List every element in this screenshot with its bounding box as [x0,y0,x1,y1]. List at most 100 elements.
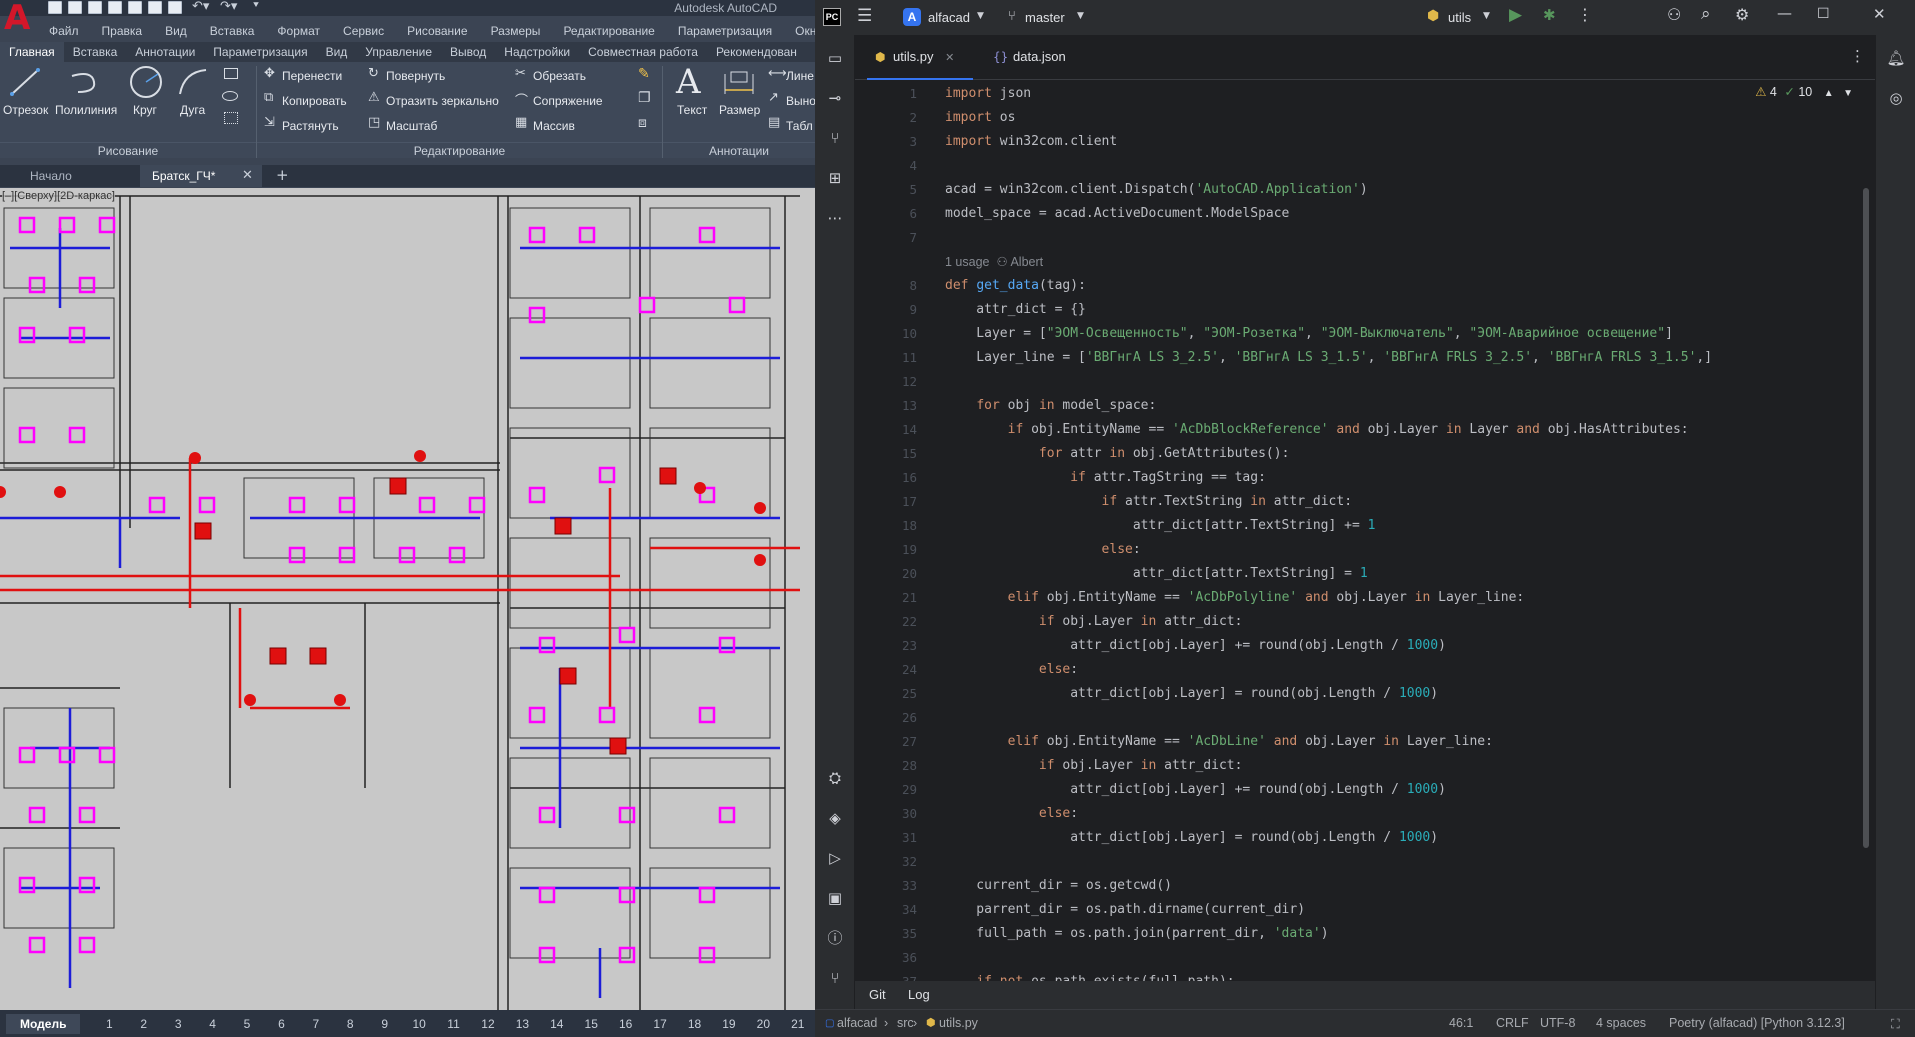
menu-item[interactable]: Файл [36,21,89,41]
python-console-icon[interactable]: ⛭ [825,768,845,788]
linear-dim-button[interactable]: Лине [786,69,814,83]
more-actions-icon[interactable]: ⋮ [1577,5,1593,24]
copy-button[interactable]: Копировать [282,94,347,108]
ellipse-icon[interactable] [222,91,238,101]
save-icon[interactable] [88,1,102,14]
menu-item[interactable]: Сервис [330,21,394,41]
arc-tool-button[interactable]: Дуга [180,103,205,117]
open-file-icon[interactable] [68,1,82,14]
menu-item[interactable]: Вставка [197,21,265,41]
lock-icon[interactable]: ⛶ [1891,1010,1900,1037]
code-line[interactable]: for attr in obj.GetAttributes(): [945,442,1289,466]
ribbon-tab[interactable]: Вывод [441,42,495,62]
close-tab-icon[interactable]: ✕ [242,168,253,183]
menu-item[interactable]: Правка [89,21,153,41]
branch-selector[interactable]: master [1025,0,1065,35]
layout-tab[interactable]: 8 [333,1017,367,1031]
ribbon-tab[interactable]: Надстройки [495,42,579,62]
autocad-logo[interactable]: A [4,0,30,36]
modify-group-label[interactable]: Редактирование [257,142,662,158]
array-button[interactable]: Массив [533,119,575,133]
menu-item[interactable]: Вид [152,21,197,41]
ribbon-tab[interactable]: Управление [356,42,441,62]
ribbon-tab[interactable]: Аннотации [126,42,204,62]
ribbon-tab[interactable]: Рекомендован [707,42,806,62]
layout-tab[interactable]: 15 [574,1017,608,1031]
main-menu-icon[interactable]: ☰ [857,6,872,26]
stretch-button[interactable]: Растянуть [282,119,339,133]
ribbon-tab[interactable]: Параметризация [204,42,316,62]
terminal-icon[interactable]: ▣ [825,888,845,908]
layout-tab[interactable]: 17 [643,1017,677,1031]
layout-tab[interactable]: 11 [436,1017,470,1031]
move-button[interactable]: Перенести [282,69,342,83]
menu-item[interactable]: Параметризация [665,21,782,41]
text-tool-button[interactable]: Текст [677,103,707,117]
trim-button[interactable]: Обрезать [533,69,586,83]
drawing-canvas[interactable]: [–][Сверху][2D-каркас] [0,188,815,1010]
code-line[interactable]: import win32com.client [945,130,1117,154]
code-line[interactable]: else: [945,802,1078,826]
undo-icon[interactable]: ↶▾ [192,0,209,14]
code-line[interactable]: if attr.TextString in attr_dict: [945,490,1352,514]
code-line[interactable]: attr_dict[obj.Layer] = round(obj.Length … [945,682,1438,706]
open-web-icon[interactable] [128,1,142,14]
draw-group-label[interactable]: Рисование [0,142,256,158]
usage-count[interactable]: 1 usage [945,255,989,269]
model-tab[interactable]: Модель [6,1013,81,1034]
code-line[interactable]: if obj.Layer in attr_dict: [945,754,1243,778]
project-view-icon[interactable]: ▭ [825,48,845,68]
ribbon-tab[interactable]: Главная [0,42,64,62]
close-icon[interactable]: ✕ [1873,5,1886,23]
tab-data-json[interactable]: {} data.json [987,35,1087,80]
layout-tab[interactable]: 2 [127,1017,161,1031]
breadcrumb-file[interactable]: utils.py [939,1010,978,1037]
mirror-button[interactable]: Отразить зеркально [386,94,499,108]
code-editor[interactable]: ⚠ 4 ✓ 10 ▲ ▼ 1 2 3 4 5 6 7 8 9 10 11 12 13 14 15 16 17 18… [855,80,1875,981]
layout-tab[interactable]: 16 [608,1017,642,1031]
notifications-icon[interactable]: 🔔︎ [1886,48,1906,68]
project-selector[interactable]: alfacad [928,0,970,35]
rectangle-icon[interactable] [224,68,238,79]
hatch-icon[interactable] [224,112,238,124]
code-line[interactable]: Layer_line = ['ВВГнгА LS 3_2.5', 'ВВГнгА… [945,346,1712,370]
git-icon[interactable]: ⑂ [825,968,845,988]
table-button[interactable]: Табл [786,119,813,133]
polyline-tool-button[interactable]: Полилиния [55,103,117,117]
rotate-button[interactable]: Повернуть [386,69,445,83]
code-line[interactable]: attr_dict[obj.Layer] += round(obj.Length… [945,634,1446,658]
line-separator[interactable]: CRLF [1496,1010,1529,1037]
circle-tool-button[interactable]: Круг [133,103,157,117]
code-area[interactable]: import json import os import win32com.clie… [945,80,1865,981]
maximize-icon[interactable]: ☐ [1817,6,1830,22]
minimize-icon[interactable]: — [1777,4,1792,22]
code-line[interactable]: import os [945,106,1015,130]
menu-item[interactable]: Окно [782,21,815,41]
code-line[interactable]: if attr.TagString == tag: [945,466,1266,490]
layout-tab[interactable]: 4 [195,1017,229,1031]
caret-position[interactable]: 46:1 [1449,1010,1473,1037]
pull-requests-icon[interactable]: ⑂ [825,128,845,148]
services-icon[interactable]: ◈ [825,808,845,828]
plot-icon[interactable] [168,1,182,14]
new-tab-icon[interactable]: + [276,166,289,184]
code-line[interactable]: full_path = os.path.join(parrent_dir, 'd… [945,922,1328,946]
customize-qa-icon[interactable]: ⯆ [252,0,260,11]
search-icon[interactable]: ⌕ [1701,4,1711,24]
layout-tab[interactable]: 7 [299,1017,333,1031]
code-line[interactable]: model_space = acad.ActiveDocument.ModelS… [945,202,1289,226]
add-user-icon[interactable]: ⚇ [1667,5,1681,24]
code-line[interactable]: if not os.path.exists(full_path): [945,970,1234,981]
line-tool-button[interactable]: Отрезок [3,103,48,117]
code-line[interactable]: else: [945,538,1141,562]
file-encoding[interactable]: UTF-8 [1540,1010,1575,1037]
structure-icon[interactable]: ⊞ [825,168,845,188]
code-line[interactable]: for obj in model_space: [945,394,1156,418]
tab-utils-py[interactable]: ⬢ utils.py ✕ [867,35,973,80]
viewport-label[interactable]: [–][Сверху][2D-каркас] [2,190,115,202]
layout-tab[interactable]: 5 [230,1017,264,1031]
tab-options-icon[interactable]: ⋮ [1850,47,1865,65]
fillet-button[interactable]: Сопряжение [533,94,603,108]
layout-tab[interactable]: 12 [471,1017,505,1031]
layout-tab[interactable]: 14 [540,1017,574,1031]
